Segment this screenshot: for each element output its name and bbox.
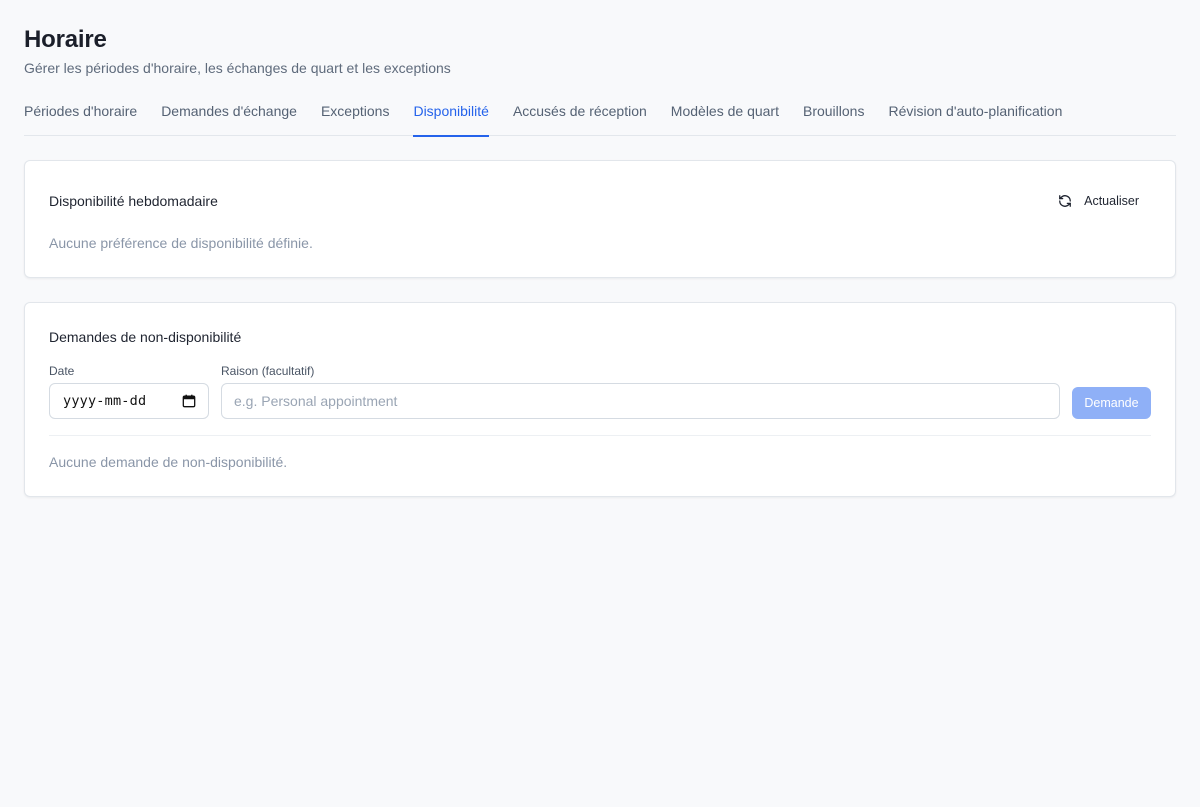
refresh-label: Actualiser [1084,194,1139,208]
unavailability-title: Demandes de non-disponibilité [49,329,242,345]
tab-shift-templates[interactable]: Modèles de quart [671,92,779,136]
tab-exceptions[interactable]: Exceptions [321,92,389,136]
schedule-page: Horaire Gérer les périodes d'horaire, le… [0,0,1200,807]
tab-swap-requests[interactable]: Demandes d'échange [161,92,297,136]
tab-availability[interactable]: Disponibilité [413,92,490,137]
tab-acknowledgements[interactable]: Accusés de réception [513,92,647,136]
calendar-icon[interactable] [182,394,196,408]
date-label: Date [49,364,75,378]
unavailability-requests-card: Demandes de non-disponibilité Date yyyy-… [24,302,1176,497]
availability-empty-text: Aucune préférence de disponibilité défin… [49,235,313,251]
date-value: yyyy-mm-dd [63,393,147,409]
page-subtitle: Gérer les périodes d'horaire, les échang… [24,60,451,76]
refresh-icon [1058,194,1072,208]
unavailability-empty-text: Aucune demande de non-disponibilité. [49,454,288,470]
refresh-button[interactable]: Actualiser [1048,187,1151,215]
request-button[interactable]: Demande [1072,387,1151,419]
tab-bar: Périodes d'horaire Demandes d'échange Ex… [24,92,1176,137]
tab-auto-schedule-review[interactable]: Révision d'auto-planification [888,92,1062,136]
divider [49,435,1151,436]
tab-drafts[interactable]: Brouillons [803,92,864,136]
tab-schedule-periods[interactable]: Périodes d'horaire [24,92,137,136]
date-field[interactable]: yyyy-mm-dd [49,383,209,419]
weekly-availability-title: Disponibilité hebdomadaire [49,193,218,209]
reason-input[interactable] [221,383,1060,419]
page-title: Horaire [24,26,107,53]
reason-label: Raison (facultatif) [221,364,315,378]
weekly-availability-card: Disponibilité hebdomadaire Actualiser Au… [24,160,1176,278]
